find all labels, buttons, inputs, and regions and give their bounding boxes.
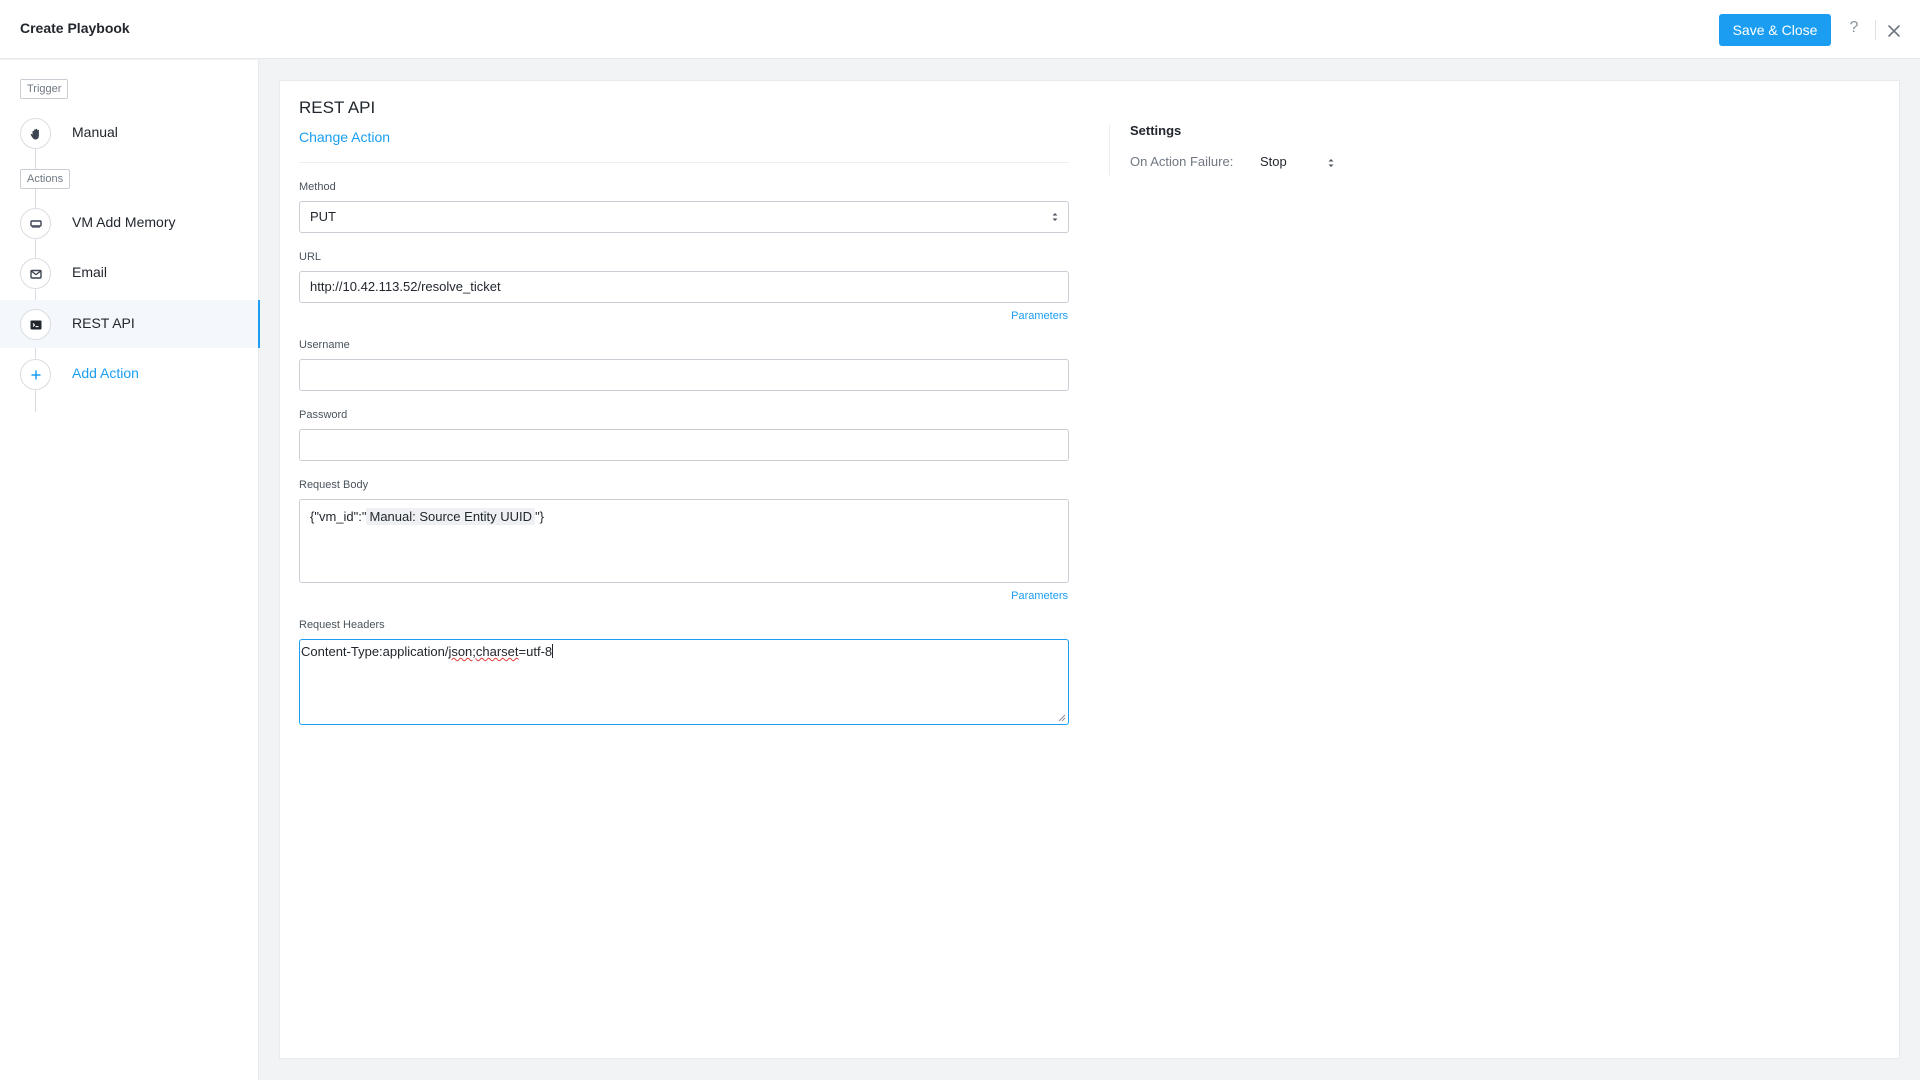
password-input[interactable] — [299, 429, 1069, 461]
save-and-close-button[interactable]: Save & Close — [1719, 14, 1831, 46]
request-headers-textarea[interactable]: Content-Type:application/json;charset=ut… — [299, 639, 1069, 725]
request-headers-label: Request Headers — [299, 619, 385, 631]
add-action-button[interactable]: Add Action — [0, 350, 259, 398]
hand-icon — [20, 118, 51, 149]
sidebar-step-rest-api[interactable]: REST API — [0, 300, 260, 348]
top-bar: Create Playbook Save & Close ? — [0, 0, 1920, 59]
sidebar-step-manual[interactable]: Manual — [0, 109, 259, 157]
help-button[interactable]: ? — [1844, 19, 1864, 41]
sidebar-step-label: Manual — [72, 124, 118, 140]
method-value: PUT — [310, 209, 336, 224]
request-body-label: Request Body — [299, 479, 369, 491]
settings-divider — [1109, 125, 1110, 175]
request-headers-prefix: Content-Type:application/ — [301, 644, 449, 659]
form-divider — [299, 162, 1069, 163]
header-divider — [1875, 20, 1876, 40]
method-label: Method — [299, 181, 336, 193]
parameter-token[interactable]: Manual: Source Entity UUID — [366, 508, 536, 525]
method-select[interactable]: PUT — [299, 201, 1069, 233]
select-arrows-icon — [1052, 213, 1058, 221]
select-arrows-icon — [1328, 159, 1334, 167]
sidebar-step-vm-add-memory[interactable]: VM Add Memory — [0, 199, 259, 247]
url-label: URL — [299, 251, 322, 263]
playbook-steps-sidebar: Trigger Manual Actions VM Add Memory Ema… — [0, 60, 260, 1080]
request-body-suffix: "} — [535, 509, 545, 524]
password-label: Password — [299, 409, 348, 421]
sidebar-step-label: REST API — [72, 315, 135, 331]
memory-icon — [20, 208, 51, 239]
text-caret — [552, 644, 554, 658]
sidebar-step-label: Email — [72, 264, 108, 280]
url-input[interactable]: http://10.42.113.52/resolve_ticket — [299, 271, 1069, 303]
plus-icon — [20, 359, 51, 390]
url-value: http://10.42.113.52/resolve_ticket — [310, 279, 501, 294]
trigger-section-tag: Trigger — [20, 79, 69, 99]
page-title: Create Playbook — [20, 20, 130, 36]
request-headers-misspelled: json;charset — [448, 644, 519, 659]
url-parameters-link[interactable]: Parameters — [1011, 310, 1068, 322]
on-action-failure-select[interactable]: Stop — [1255, 151, 1337, 173]
add-action-label: Add Action — [72, 365, 139, 381]
request-body-textarea[interactable]: {"vm_id":" Manual: Source Entity UUID "} — [299, 499, 1069, 583]
action-title: REST API — [299, 98, 376, 117]
request-body-parameters-link[interactable]: Parameters — [1011, 590, 1068, 602]
resize-handle-icon[interactable] — [1058, 714, 1066, 722]
actions-section-tag: Actions — [20, 169, 71, 189]
on-action-failure-value: Stop — [1260, 154, 1287, 169]
username-label: Username — [299, 339, 350, 351]
action-editor-panel: REST API Change Action Method PUT URL ht… — [279, 80, 1900, 1059]
username-input[interactable] — [299, 359, 1069, 391]
change-action-link[interactable]: Change Action — [299, 129, 390, 145]
terminal-icon — [20, 309, 51, 340]
sidebar-step-email[interactable]: Email — [0, 249, 259, 297]
request-body-prefix: {"vm_id":" — [310, 509, 367, 524]
on-action-failure-label: On Action Failure: — [1130, 154, 1234, 169]
settings-title: Settings — [1130, 123, 1182, 138]
close-icon[interactable] — [1883, 20, 1905, 42]
envelope-icon — [20, 258, 51, 289]
request-headers-suffix: =utf-8 — [518, 644, 553, 659]
sidebar-step-label: VM Add Memory — [72, 214, 176, 230]
